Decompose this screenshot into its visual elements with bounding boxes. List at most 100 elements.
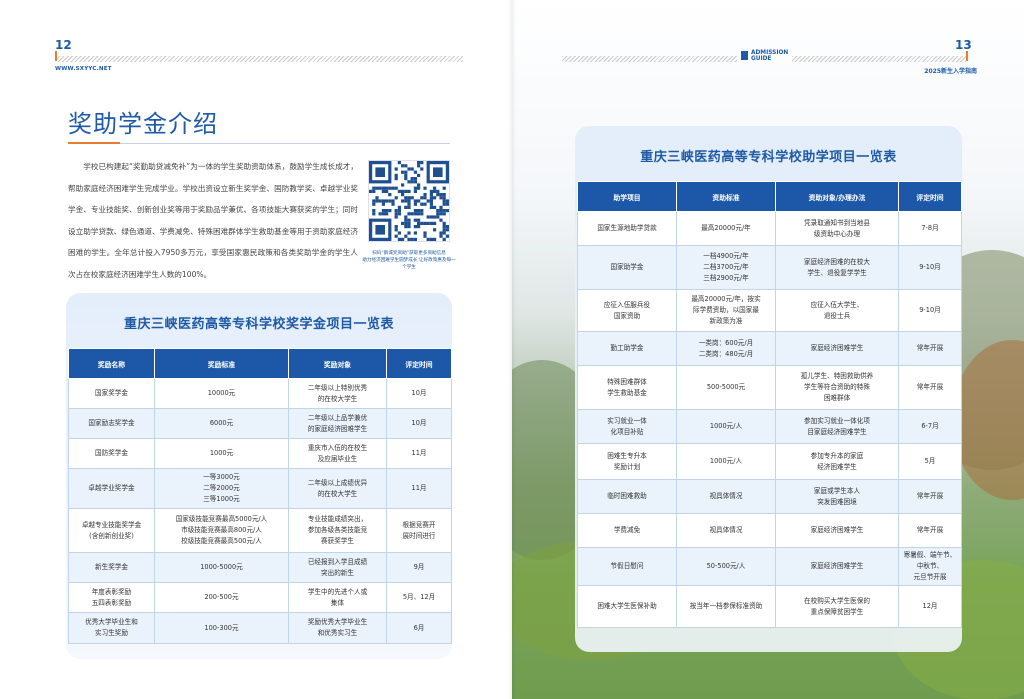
column-header: 资助标准 <box>676 181 776 212</box>
page-title: 奖助学金介绍 <box>68 110 218 138</box>
table-cell: 节假日慰问 <box>577 547 677 586</box>
table-row: 节假日慰问 50-500元/人 家庭经济困难学生 寒暑假、端午节、 中秋节、 元旦节开… <box>577 547 962 586</box>
column-header: 评定时间 <box>898 181 962 212</box>
table-cell: 已经报到入学且成绩 突出的新生 <box>288 552 387 583</box>
website-url[interactable]: WWW.SXYYC.NET <box>55 66 112 72</box>
table-cell: 卓越专业技能奖学金 (含创新创业奖) <box>68 508 155 553</box>
table-cell: 家庭经济困难学生 <box>775 331 899 366</box>
table-cell: 11月 <box>386 438 452 469</box>
table-cell: 6000元 <box>154 408 289 439</box>
table-cell: 参加专升本的家庭 经济困难学生 <box>775 443 899 480</box>
table-cell: 学生中的先进个人或 集体 <box>288 582 387 613</box>
table-cell: 500-5000元 <box>676 365 776 410</box>
table-cell: 视具体情况 <box>676 513 776 548</box>
table-cell: 1000元 <box>154 438 289 469</box>
title-divider-accent <box>68 142 120 144</box>
table-cell: 1000-5000元 <box>154 552 289 583</box>
table-cell: 奖励优秀大学毕业生 和优秀实习生 <box>288 612 387 644</box>
table-row: 卓越专业技能奖学金 (含创新创业奖) 国家级技能竞赛最高5000元/人 市级技能竞… <box>68 508 452 553</box>
table-row: 困难生专升本 奖励计划 1000元/人 参加专升本的家庭 经济困难学生 5月 <box>577 443 962 480</box>
table-cell: 专业技能成绩突出， 参加各级各类技能竞 赛获奖学生 <box>288 508 387 553</box>
table-cell: 国家励志奖学金 <box>68 408 155 439</box>
table-cell: 困难生专升本 奖励计划 <box>577 443 677 480</box>
table-cell: 重庆市入伍的在校生 及应届毕业生 <box>288 438 387 469</box>
table-cell: 寒暑假、端午节、 中秋节、 元旦节开展 <box>898 547 962 586</box>
table-cell: 应征入伍大学生、 退役士兵 <box>775 289 899 332</box>
table-cell: 12月 <box>898 585 962 628</box>
logo-line-2: GUIDE <box>751 56 772 62</box>
right-page-number: 13 <box>955 38 972 52</box>
table-cell: 6-7月 <box>898 409 962 444</box>
table-cell: 困难大学生医保补助 <box>577 585 677 628</box>
table-cell: 1000元/人 <box>676 443 776 480</box>
table-cell: 二年级以上品学兼优 的家庭经济困难学生 <box>288 408 387 439</box>
table-cell: 勤工助学金 <box>577 331 677 366</box>
left-page-number: 12 <box>55 38 72 52</box>
qr-code-icon[interactable] <box>368 160 450 242</box>
qr-caption: 扫码“鹅城奖资助”获取更多资助信息 助力经济困难学生圆梦成长 让好政策惠及每一个… <box>362 250 456 271</box>
table-row: 年度表彰奖励 五四表彰奖励 200-500元 学生中的先进个人或 集体 5月、12月 <box>68 582 452 613</box>
table-cell: 国防奖学金 <box>68 438 155 469</box>
column-header: 资助对象/办理办法 <box>775 181 899 212</box>
table-cell: 卓越学业奖学金 <box>68 468 155 509</box>
table-row: 新生奖学金 1000-5000元 已经报到入学且成绩 突出的新生 9月 <box>68 552 452 583</box>
table-cell: 6月 <box>386 612 452 644</box>
left-header-tick <box>55 51 57 61</box>
table-cell: 优秀大学毕业生和 实习生奖励 <box>68 612 155 644</box>
table-cell: 11月 <box>386 468 452 509</box>
table-row: 国家助学金 一档4900元/年 二档3700元/年 三档2900元/年 家庭经济困难… <box>577 245 962 290</box>
table-cell: 常年开展 <box>898 365 962 410</box>
column-header: 奖励对象 <box>288 348 387 379</box>
admission-guide-label: 2025新生入学指南 <box>924 68 977 75</box>
table-cell: 家庭经济困难学生 <box>775 547 899 586</box>
table-cell: 一类岗：600元/月 二类岗：480元/月 <box>676 331 776 366</box>
table-cell: 视具体情况 <box>676 479 776 514</box>
table-row: 应征入伍服兵役 国家资助 最高20000元/年，按实 际学费资助，以国家最 新政策… <box>577 289 962 332</box>
table-cell: 应征入伍服兵役 国家资助 <box>577 289 677 332</box>
table-cell: 实习就业一体 化项目补贴 <box>577 409 677 444</box>
table-row: 国防奖学金 1000元 重庆市入伍的在校生 及应届毕业生 11月 <box>68 438 452 469</box>
table-cell: 家庭或学生本人 突发困难困境 <box>775 479 899 514</box>
table-cell: 10月 <box>386 408 452 439</box>
column-header: 奖励名称 <box>68 348 155 379</box>
table-row: 学费减免 视具体情况 家庭经济困难学生 常年开展 <box>577 513 962 548</box>
table-cell: 按当年一档参保标准资助 <box>676 585 776 628</box>
table-cell: 7-8月 <box>898 211 962 246</box>
table-cell: 家庭经济困难学生 <box>775 513 899 548</box>
title-divider <box>68 143 450 144</box>
table-cell: 特殊困难群体 学生救助基金 <box>577 365 677 410</box>
left-page: 12 WWW.SXYYC.NET 奖助学金介绍 学校已构建起“奖勤助贷减免补”为… <box>0 0 512 699</box>
table-cell: 二年级以上成绩优异 的在校大学生 <box>288 468 387 509</box>
table-row: 困难大学生医保补助 按当年一档参保标准资助 在校购买大学生医保的 重点保障贫困学生 1… <box>577 585 962 628</box>
table-cell: 最高20000元/年，按实 际学费资助，以国家最 新政策为准 <box>676 289 776 332</box>
table-cell: 学费减免 <box>577 513 677 548</box>
table-cell: 5月 <box>898 443 962 480</box>
table-cell: 9-10月 <box>898 289 962 332</box>
scholarship-table: 奖励名称 奖励标准 奖励对象 评定时间 国家奖学金 10000元 二年级以上特别优秀 的在… <box>68 348 452 644</box>
table-cell: 9月 <box>386 552 452 583</box>
table-row: 实习就业一体 化项目补贴 1000元/人 参加实习就业一体化项 目家庭经济困难学生 6… <box>577 409 962 444</box>
table-cell: 一等3000元 二等2000元 三等1000元 <box>154 468 289 509</box>
aid-table-title: 重庆三峡医药高等专科学校助学项目一览表 <box>640 150 897 165</box>
table-row: 国家奖学金 10000元 二年级以上特别优秀 的在校大学生 10月 <box>68 378 452 409</box>
table-row: 特殊困难群体 学生救助基金 500-5000元 孤儿学生、特困救助供养 学生等符合资… <box>577 365 962 410</box>
table-cell: 在校购买大学生医保的 重点保障贫困学生 <box>775 585 899 628</box>
table-cell: 凭录取通知书到当地县 级资助中心办理 <box>775 211 899 246</box>
table-cell: 临时困难救助 <box>577 479 677 514</box>
right-header-rule-left <box>562 56 737 62</box>
table-row: 国家励志奖学金 6000元 二年级以上品学兼优 的家庭经济困难学生 10月 <box>68 408 452 439</box>
scholarship-table-title: 重庆三峡医药高等专科学校奖学金项目一览表 <box>123 317 394 332</box>
table-cell: 50-500元/人 <box>676 547 776 586</box>
table-row: 临时困难救助 视具体情况 家庭或学生本人 突发困难困境 常年开展 <box>577 479 962 514</box>
table-row: 勤工助学金 一类岗：600元/月 二类岗：480元/月 家庭经济困难学生 常年开展 <box>577 331 962 366</box>
aid-table: 助学项目 资助标准 资助对象/办理办法 评定时间 国家生源地助学贷款 最高20000元/… <box>577 181 962 628</box>
table-cell: 国家助学金 <box>577 245 677 290</box>
table-cell: 年度表彰奖励 五四表彰奖励 <box>68 582 155 613</box>
table-cell: 参加实习就业一体化项 目家庭经济困难学生 <box>775 409 899 444</box>
column-header: 评定时间 <box>386 348 452 379</box>
table-cell: 200-500元 <box>154 582 289 613</box>
column-header: 奖励标准 <box>154 348 289 379</box>
table-cell: 国家奖学金 <box>68 378 155 409</box>
table-cell: 10000元 <box>154 378 289 409</box>
table-cell: 5月、12月 <box>386 582 452 613</box>
